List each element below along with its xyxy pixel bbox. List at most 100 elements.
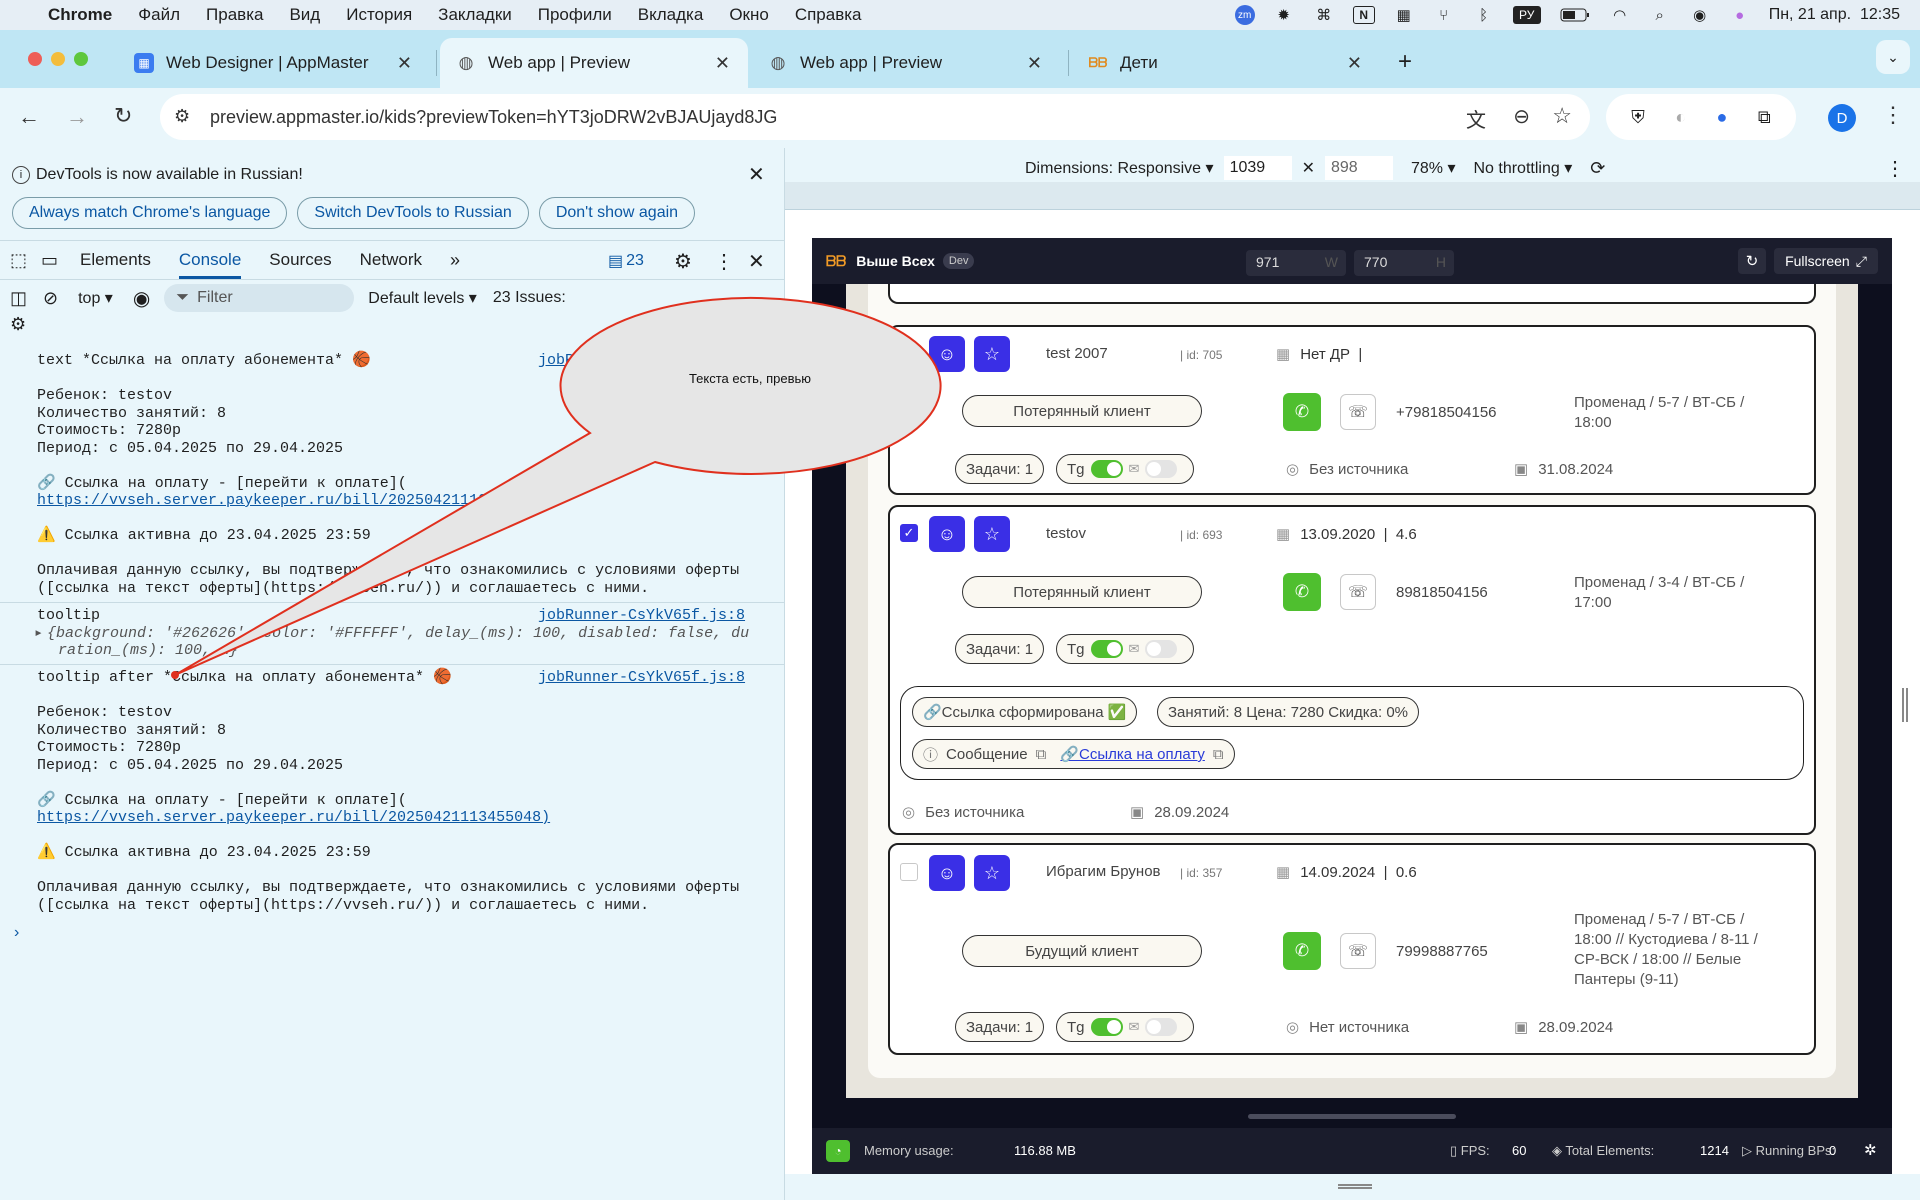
messenger-toggles[interactable]: Tg ✉: [1056, 634, 1195, 664]
close-tab-icon[interactable]: ✕: [1347, 53, 1362, 74]
messenger-toggles[interactable]: Tg ✉: [1056, 454, 1195, 484]
throttle-select[interactable]: No throttling ▾: [1473, 158, 1572, 178]
copy-icon[interactable]: ⧉: [1213, 746, 1224, 763]
console-settings-gear-icon[interactable]: ⚙: [10, 314, 26, 335]
client-status-select[interactable]: Будущий клиент: [962, 935, 1202, 967]
always-match-language-button[interactable]: Always match Chrome's language: [12, 197, 288, 229]
frame-width-input[interactable]: 971 W: [1246, 250, 1346, 276]
payment-url-link[interactable]: https://vvseh.server.paykeeper.ru/bill/2…: [37, 492, 550, 510]
menu-history[interactable]: История: [346, 5, 412, 25]
profile-avatar[interactable]: D: [1828, 104, 1856, 132]
device-height-input[interactable]: 898: [1324, 156, 1393, 180]
zoom-select[interactable]: 78% ▾: [1411, 158, 1456, 178]
tab-sources[interactable]: Sources: [269, 250, 331, 270]
close-devtools-icon[interactable]: ✕: [748, 249, 765, 274]
sun-icon[interactable]: ✹: [1273, 6, 1295, 24]
bookmark-star-icon[interactable]: ☆: [1552, 103, 1572, 129]
payment-url-link[interactable]: https://vvseh.server.paykeeper.ru/bill/2…: [37, 809, 550, 827]
layout-icon[interactable]: ▦: [1393, 6, 1415, 24]
select-checkbox-checked[interactable]: ✓: [900, 524, 918, 542]
media-query-ruler[interactable]: [785, 182, 1920, 210]
copy-icon[interactable]: ⧉: [1036, 746, 1047, 763]
call-button[interactable]: ☏: [1340, 933, 1376, 969]
resize-handle-icon[interactable]: [1338, 1184, 1372, 1189]
menu-profiles[interactable]: Профили: [538, 5, 612, 25]
back-icon[interactable]: ←: [18, 104, 40, 130]
url-text[interactable]: preview.appmaster.io/kids?previewToken=h…: [210, 107, 777, 128]
select-checkbox[interactable]: [900, 863, 918, 881]
mail-toggle[interactable]: [1145, 1018, 1178, 1036]
call-button[interactable]: ☏: [1340, 394, 1376, 430]
mail-toggle[interactable]: [1145, 640, 1178, 658]
wifi-icon[interactable]: ◠: [1609, 6, 1631, 24]
extension-icon[interactable]: ◐: [1675, 107, 1686, 128]
debug-bug-icon[interactable]: ✲: [1864, 1141, 1877, 1159]
settings-gear-icon[interactable]: ⚙: [674, 249, 692, 274]
minimize-window-button[interactable]: [51, 52, 65, 66]
source-link[interactable]: jobR: [538, 352, 574, 370]
new-tab-button[interactable]: +: [1398, 48, 1412, 76]
performance-icon[interactable]: ◔: [826, 1140, 850, 1162]
tasks-button[interactable]: Задачи: 1: [955, 1012, 1045, 1042]
menu-file[interactable]: Файл: [138, 5, 180, 25]
rotate-icon[interactable]: ⟳: [1590, 158, 1605, 179]
menu-bookmarks[interactable]: Закладки: [438, 5, 512, 25]
favorite-button[interactable]: ☆: [974, 336, 1010, 372]
tab-web-app-preview[interactable]: ◍ Web app | Preview ✕: [752, 38, 1060, 88]
zoom-out-icon[interactable]: ⊖: [1513, 104, 1530, 129]
tab-network[interactable]: Network: [360, 250, 422, 270]
tab-search-chevron-icon[interactable]: ⌄: [1876, 40, 1910, 74]
side-resize-handle-icon[interactable]: [1902, 688, 1908, 722]
control-center-icon[interactable]: ◉: [1689, 6, 1711, 24]
client-status-select[interactable]: Потерянный клиент: [962, 395, 1202, 427]
tasks-button[interactable]: Задачи: 1: [955, 634, 1045, 664]
devtools-menu-icon[interactable]: ⋮: [714, 249, 734, 274]
tg-toggle[interactable]: [1090, 1018, 1123, 1036]
command-icon[interactable]: ⌘: [1313, 6, 1335, 24]
kebab-menu-icon[interactable]: ⋮: [1882, 102, 1904, 128]
dimensions-select[interactable]: Dimensions: Responsive ▾: [1025, 158, 1214, 178]
tasks-button[interactable]: Задачи: 1: [955, 454, 1045, 484]
tab-elements[interactable]: Elements: [80, 250, 151, 270]
tg-toggle[interactable]: [1090, 460, 1123, 478]
more-tabs-icon[interactable]: »: [450, 250, 460, 271]
profile-button[interactable]: ☺: [929, 516, 965, 552]
close-tab-icon[interactable]: ✕: [715, 53, 730, 74]
favorite-button[interactable]: ☆: [974, 516, 1010, 552]
tab-console[interactable]: Console: [178, 250, 242, 279]
site-info-icon[interactable]: ⚙: [174, 106, 190, 127]
menu-tab[interactable]: Вкладка: [638, 5, 704, 25]
clock[interactable]: Пн, 21 апр. 12:35: [1769, 6, 1900, 24]
bluetooth-icon[interactable]: ᛒ: [1473, 6, 1495, 24]
context-selector[interactable]: top ▾: [78, 288, 113, 308]
tab-web-designer[interactable]: ▦ Web Designer | AppMaster ✕: [118, 38, 430, 88]
source-link[interactable]: jobRunner-CsYkV65f.js:8: [538, 669, 745, 687]
menu-help[interactable]: Справка: [795, 5, 862, 25]
switch-to-russian-button[interactable]: Switch DevTools to Russian: [297, 197, 529, 229]
profile-button[interactable]: ☺: [929, 336, 965, 372]
issues-link[interactable]: 23 Issues:: [493, 289, 566, 307]
tg-toggle[interactable]: [1090, 640, 1123, 658]
zoom-icon[interactable]: zm: [1234, 5, 1255, 25]
devtools-resize-bar[interactable]: [785, 1174, 1920, 1200]
whatsapp-button[interactable]: ✆: [1283, 573, 1321, 611]
expand-triangle-icon[interactable]: ▸: [34, 625, 43, 642]
menu-view[interactable]: Вид: [289, 5, 320, 25]
extension-dot-icon[interactable]: ●: [1717, 107, 1728, 128]
inspect-element-icon[interactable]: ⬚: [10, 250, 27, 271]
reload-icon[interactable]: ↻: [114, 103, 132, 129]
clear-console-icon[interactable]: ⊘: [43, 288, 58, 309]
child-card[interactable]: [888, 505, 1816, 835]
notion-icon[interactable]: N: [1352, 6, 1375, 24]
horizontal-scrollbar[interactable]: [1248, 1114, 1456, 1119]
favorite-button[interactable]: ☆: [974, 855, 1010, 891]
call-button[interactable]: ☏: [1340, 574, 1376, 610]
eye-icon[interactable]: ◉: [133, 286, 150, 311]
whatsapp-button[interactable]: ✆: [1283, 932, 1321, 970]
messages-badge[interactable]: ▤ 23: [608, 251, 644, 271]
sidebar-toggle-icon[interactable]: ◫: [10, 288, 27, 309]
address-bar[interactable]: ⚙ preview.appmaster.io/kids?previewToken…: [160, 94, 1590, 140]
messenger-toggles[interactable]: Tg ✉: [1056, 1012, 1195, 1042]
log-levels-select[interactable]: Default levels ▾: [368, 288, 477, 308]
menu-chrome[interactable]: Chrome: [48, 5, 112, 25]
